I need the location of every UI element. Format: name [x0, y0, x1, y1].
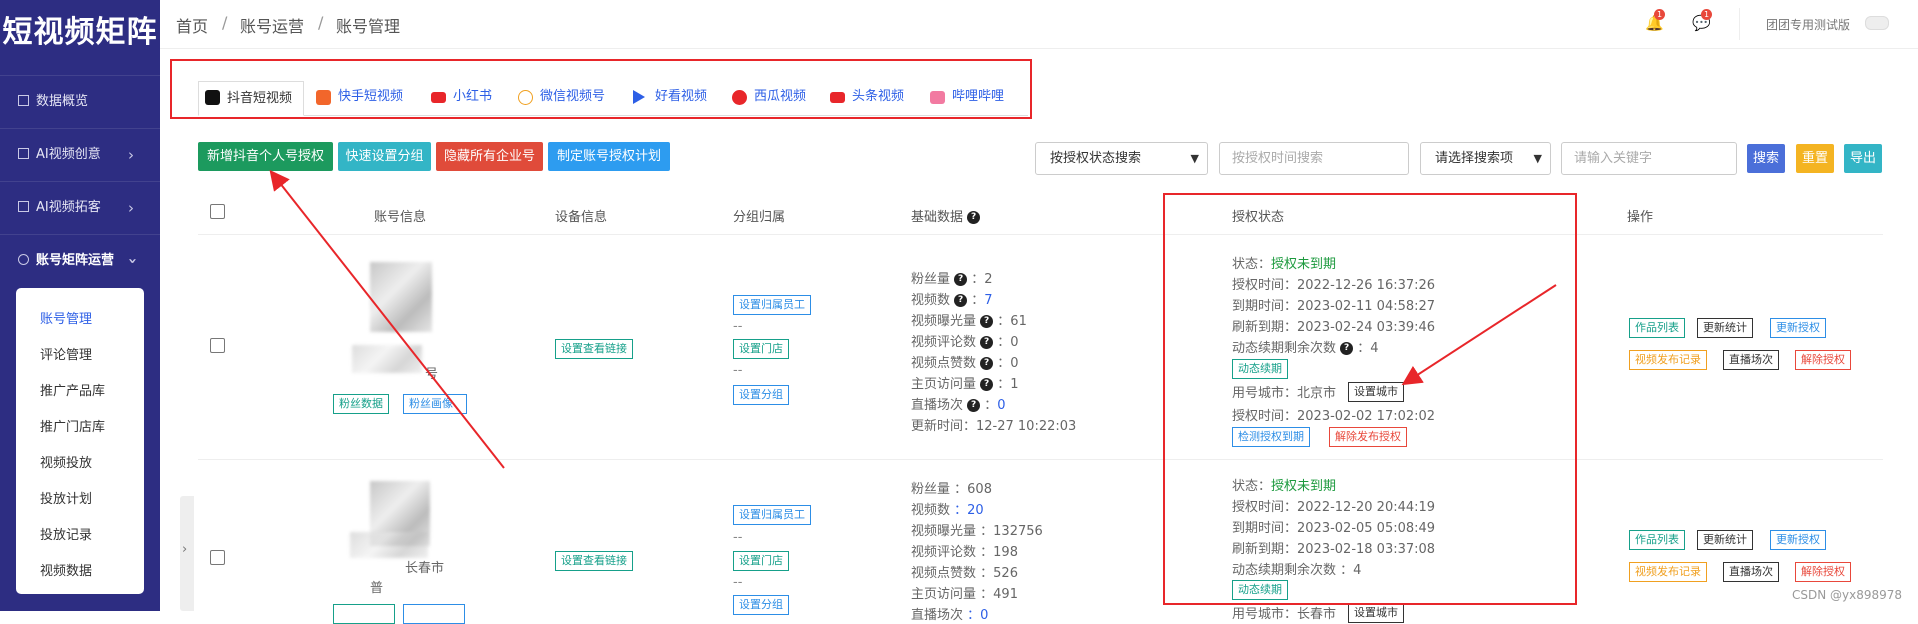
- annotation-arrows: [269, 169, 1557, 469]
- arrow-to-set-city: [1401, 284, 1557, 386]
- arrow-to-add-button: [269, 169, 505, 469]
- watermark: CSDN @yx898978: [1792, 588, 1903, 602]
